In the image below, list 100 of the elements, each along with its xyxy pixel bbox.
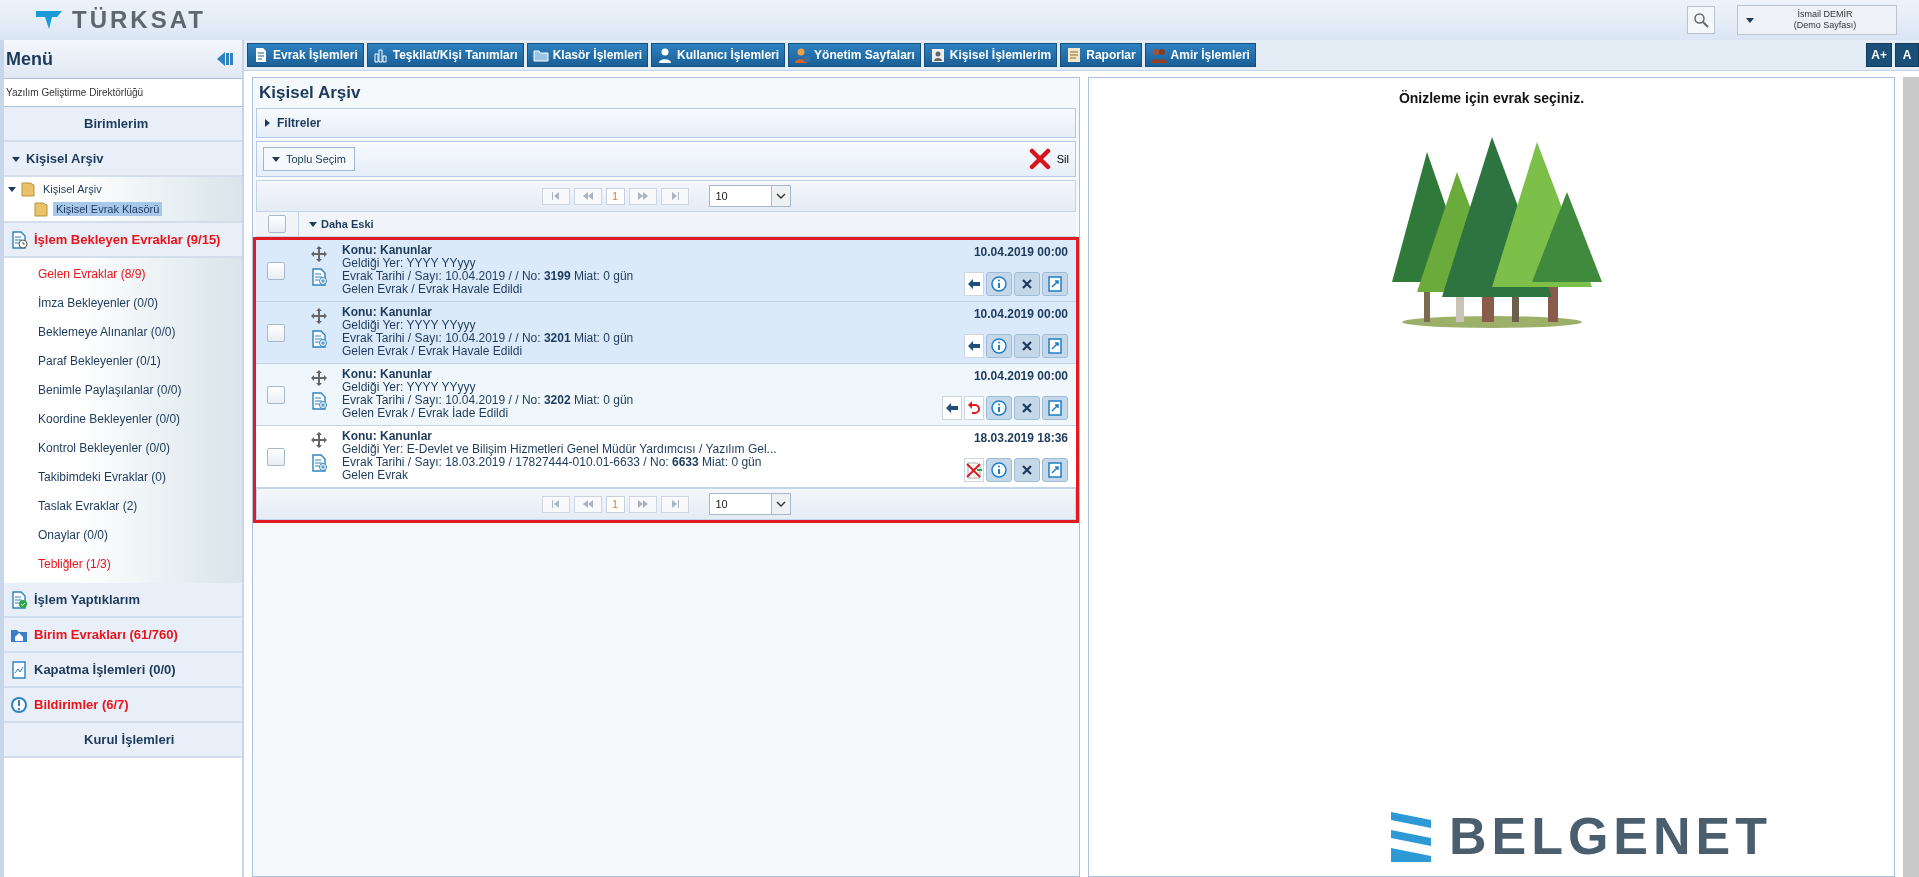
last-page-icon xyxy=(669,500,680,508)
preview-message: Önizleme için evrak seçiniz. xyxy=(1398,90,1585,106)
menu-title: Menü xyxy=(6,48,53,70)
menu-item[interactable]: Gelen Evraklar (8/9) xyxy=(4,260,242,289)
close-button[interactable] xyxy=(1014,334,1040,358)
menu-section[interactable]: Kişisel Arşiv xyxy=(4,142,242,177)
id-card-icon xyxy=(929,47,946,63)
info-button[interactable] xyxy=(986,334,1012,358)
menu-bar-item[interactable]: Kullanıcı İşlemleri xyxy=(651,43,786,67)
next-page-button[interactable] xyxy=(628,495,657,513)
document-check-icon xyxy=(10,590,28,609)
menu-item[interactable]: İmza Bekleyenler (0/0) xyxy=(4,289,242,318)
font-size-button[interactable]: A xyxy=(1895,43,1919,67)
folder-icon xyxy=(34,201,48,217)
close-button[interactable] xyxy=(1014,396,1040,420)
menu-item[interactable]: Kontrol Bekleyenler (0/0) xyxy=(4,434,242,463)
document-row[interactable]: Konu: Kanunlar Geldiği Yer: YYYY YYyyy Evrak Tarihi / Sayı: 10.04.2019 / / No: 3201 Miat: 0 gün Gelen Evrak / Evrak Havale Edildi 10.04.2019 00:00 xyxy=(256,302,1076,364)
delete-button[interactable]: Sil xyxy=(1028,148,1069,170)
document-row[interactable]: Konu: Kanunlar Geldiği Yer: YYYY YYyyy Evrak Tarihi / Sayı: 10.04.2019 / / No: 3202 Miat: 0 gün Gelen Evrak / Evrak İade Edildi 10.04.2019 00:00 xyxy=(256,364,1076,426)
first-page-icon xyxy=(550,500,561,508)
previous-page-button[interactable] xyxy=(573,495,602,513)
forward-button[interactable] xyxy=(964,334,984,358)
menu-section[interactable]: Bildirimler (6/7) xyxy=(4,688,242,723)
menu-section[interactable]: İşlem Bekleyen Evraklar (9/15) xyxy=(4,223,242,258)
menu-bar-item[interactable]: Yönetim Sayfaları xyxy=(788,43,921,67)
next-page-button[interactable] xyxy=(628,187,657,205)
menu-section[interactable]: Kurul İşlemleri xyxy=(4,723,242,758)
status-text: Gelen Evrak / Evrak Havale Edildi xyxy=(342,283,524,296)
subject-text: Konu: Kanunlar xyxy=(342,430,433,443)
group-header[interactable]: Daha Eski xyxy=(299,218,374,230)
move-icon xyxy=(311,370,327,386)
menu-section[interactable]: Birim Evrakları (61/760) xyxy=(4,618,242,653)
checkbox[interactable] xyxy=(268,215,286,233)
document-add-icon xyxy=(310,330,328,348)
menu-bar-item[interactable]: Raporlar xyxy=(1060,43,1142,67)
menu-bar-item[interactable]: Teşkilat/Kişi Tanımları xyxy=(366,43,524,67)
search-button[interactable] xyxy=(1687,6,1715,34)
info-button[interactable] xyxy=(986,272,1012,296)
checkbox[interactable] xyxy=(267,385,285,404)
folder-icon xyxy=(21,181,35,197)
document-add-icon xyxy=(310,454,328,472)
person-icon xyxy=(657,47,674,63)
subject-text: Konu: Kanunlar xyxy=(342,306,433,319)
forward-button[interactable] xyxy=(964,272,984,296)
checkbox[interactable] xyxy=(267,323,285,342)
menu-item[interactable]: Paraf Bekleyenler (0/1) xyxy=(4,347,242,376)
previous-page-button[interactable] xyxy=(573,187,602,205)
first-page-button[interactable] xyxy=(541,187,570,205)
status-text: Gelen Evrak xyxy=(342,469,410,482)
font-size-button[interactable]: A+ xyxy=(1866,43,1892,67)
chevron-down-icon xyxy=(775,193,786,199)
tree-item[interactable]: Kişisel Arşiv xyxy=(40,182,105,196)
last-page-button[interactable] xyxy=(660,187,689,205)
info-icon xyxy=(991,338,1007,354)
menu-section[interactable]: Kapatma İşlemleri (0/0) xyxy=(4,653,242,688)
caret-down-icon xyxy=(12,154,20,163)
bulk-select-button[interactable]: Toplu Seçim xyxy=(263,147,355,171)
document-icon xyxy=(253,47,269,63)
logo-icon xyxy=(1390,810,1431,862)
menu-bar-item[interactable]: Kişisel İşlemlerim xyxy=(923,43,1058,67)
caret-down-icon xyxy=(272,155,280,163)
cancel-button[interactable] xyxy=(964,458,984,482)
page-size-select[interactable]: 10 xyxy=(708,493,791,515)
date-text: 10.04.2019 00:00 xyxy=(973,369,1068,383)
document-row[interactable] xyxy=(256,426,1076,488)
date-text: 10.04.2019 00:00 xyxy=(973,245,1068,259)
chart-document-icon xyxy=(10,660,28,679)
scrollbar[interactable] xyxy=(1903,77,1919,877)
page-size-select[interactable]: 10 xyxy=(708,185,791,207)
previous-page-icon xyxy=(582,500,593,508)
close-button[interactable] xyxy=(1014,458,1040,482)
first-page-button[interactable] xyxy=(541,495,570,513)
menu-item[interactable]: Takibimdeki Evraklar (0) xyxy=(4,463,242,492)
filters-bar[interactable]: Filtreler xyxy=(256,108,1076,138)
return-button[interactable] xyxy=(964,396,984,420)
document-row[interactable]: Konu: Kanunlar Geldiği Yer: YYYY YYyyy Evrak Tarihi / Sayı: 10.04.2019 / / No: 3199 Miat: 0 gün Gelen Evrak / Evrak Havale Edildi 10.04.2019 00:00 xyxy=(256,240,1076,302)
forward-button[interactable] xyxy=(942,396,962,420)
tree-item[interactable]: Kişisel Evrak Klasörü xyxy=(53,202,163,216)
menu-item[interactable]: Benimle Paylaşılanlar (0/0) xyxy=(4,376,242,405)
menu-bar-item[interactable]: Amir İşlemleri xyxy=(1144,43,1256,67)
menu-section[interactable]: İşlem Yaptıklarım xyxy=(4,583,242,618)
menu-item[interactable]: Taslak Evraklar (2) xyxy=(4,492,242,521)
menu-section[interactable]: Birimlerim xyxy=(4,107,242,142)
last-page-icon xyxy=(669,192,680,200)
menu-item[interactable]: Tebliğler (1/3) xyxy=(4,550,242,579)
close-icon xyxy=(1022,279,1032,289)
status-text: Gelen Evrak / Evrak Havale Edildi xyxy=(342,345,524,358)
close-button[interactable] xyxy=(1014,272,1040,296)
menu-bar-item[interactable]: Klasör İşlemleri xyxy=(526,43,649,67)
menu-item[interactable]: Koordine Bekleyenler (0/0) xyxy=(4,405,242,434)
checkbox[interactable] xyxy=(267,261,285,280)
info-button[interactable] xyxy=(986,458,1012,482)
menu-bar-item[interactable]: Evrak İşlemleri xyxy=(247,43,364,67)
menu-item[interactable]: Onaylar (0/0) xyxy=(4,521,242,550)
checkbox[interactable] xyxy=(267,447,285,466)
menu-item[interactable]: Beklemeye Alınanlar (0/0) xyxy=(4,318,242,347)
info-button[interactable] xyxy=(986,396,1012,420)
last-page-button[interactable] xyxy=(660,495,689,513)
next-page-icon xyxy=(637,192,648,200)
user-menu-button[interactable]: İsmail DEMİR (Demo Sayfası) xyxy=(1737,5,1897,35)
